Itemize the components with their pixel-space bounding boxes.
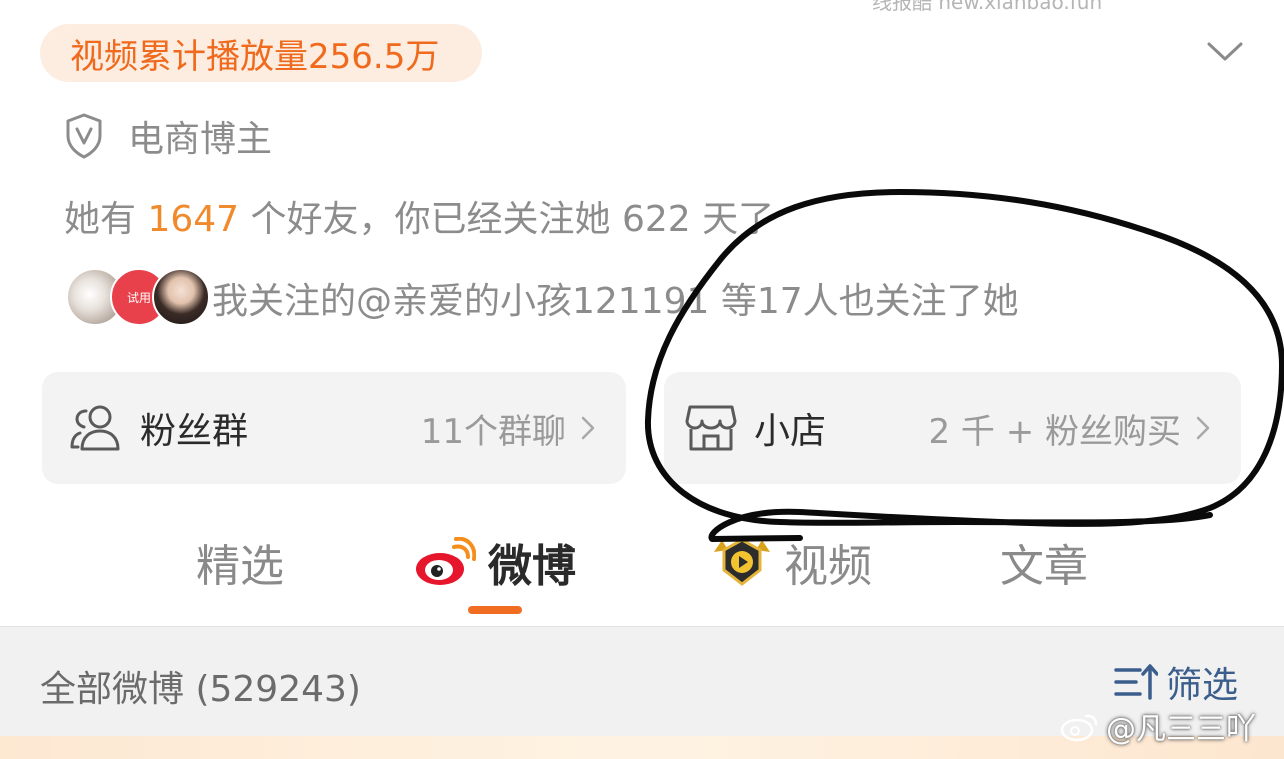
tab-featured[interactable]: 精选 bbox=[196, 530, 284, 594]
verification-label: 电商博主 bbox=[128, 119, 273, 160]
fans-group-count: 11个群聊 bbox=[420, 411, 566, 452]
video-badge-icon bbox=[714, 538, 770, 586]
active-tab-indicator bbox=[468, 606, 522, 614]
avatar bbox=[152, 268, 210, 326]
chevron-right-icon bbox=[581, 416, 595, 440]
friends-info: 她有 1647 个好友，你已经关注她 622 天了 bbox=[64, 190, 774, 242]
fans-group-card[interactable]: 粉丝群 11个群聊 bbox=[42, 372, 626, 484]
fans-group-title: 粉丝群 bbox=[140, 411, 249, 452]
shop-card[interactable]: 小店 2 千 + 粉丝购买 bbox=[664, 372, 1241, 484]
tab-weibo-label: 微博 bbox=[488, 541, 576, 592]
filter-label: 筛选 bbox=[1166, 665, 1239, 706]
mutual-follows-text: 我关注的@亲爱的小孩121191 等17人也关注了她 bbox=[212, 281, 1019, 322]
friends-count[interactable]: 1647 bbox=[147, 199, 239, 240]
mutual-avatars: 试用 bbox=[66, 268, 210, 328]
shop-title: 小店 bbox=[754, 411, 827, 452]
people-icon bbox=[68, 403, 124, 453]
verification-row: 电商博主 bbox=[64, 110, 272, 162]
chevron-down-icon[interactable] bbox=[1206, 38, 1244, 66]
mutual-follows-row[interactable]: 试用 我关注的@亲爱的小孩121191 等17人也关注了她 bbox=[66, 268, 1019, 328]
tab-articles[interactable]: 文章 bbox=[1000, 530, 1088, 594]
store-icon bbox=[684, 403, 738, 453]
tab-video-label: 视频 bbox=[784, 541, 872, 592]
weibo-watermark: @凡三三吖 bbox=[1060, 704, 1256, 748]
friends-suffix: 个好友，你已经关注她 622 天了 bbox=[239, 199, 775, 240]
friends-prefix: 她有 bbox=[64, 199, 148, 240]
weibo-watermark-icon bbox=[1060, 714, 1098, 742]
top-watermark: 线报酷 new.xianbao.fun bbox=[872, 0, 1103, 14]
shop-buyers: 2 千 + 粉丝购买 bbox=[928, 411, 1181, 452]
shield-v-icon bbox=[66, 113, 102, 159]
filter-sort-icon bbox=[1114, 664, 1158, 700]
filter-button[interactable]: 筛选 bbox=[1114, 656, 1238, 708]
all-weibo-count[interactable]: 全部微博 (529243) bbox=[40, 660, 361, 712]
watermark-handle-text: @凡三三吖 bbox=[1106, 712, 1256, 747]
video-play-count-badge: 视频累计播放量256.5万 bbox=[40, 24, 482, 82]
avatar-badge-text: 试用 bbox=[126, 290, 151, 305]
tab-weibo[interactable]: 微博 bbox=[414, 530, 576, 594]
chevron-right-icon bbox=[1196, 416, 1210, 440]
tab-video[interactable]: 视频 bbox=[710, 530, 872, 594]
weibo-logo-icon bbox=[416, 537, 476, 585]
